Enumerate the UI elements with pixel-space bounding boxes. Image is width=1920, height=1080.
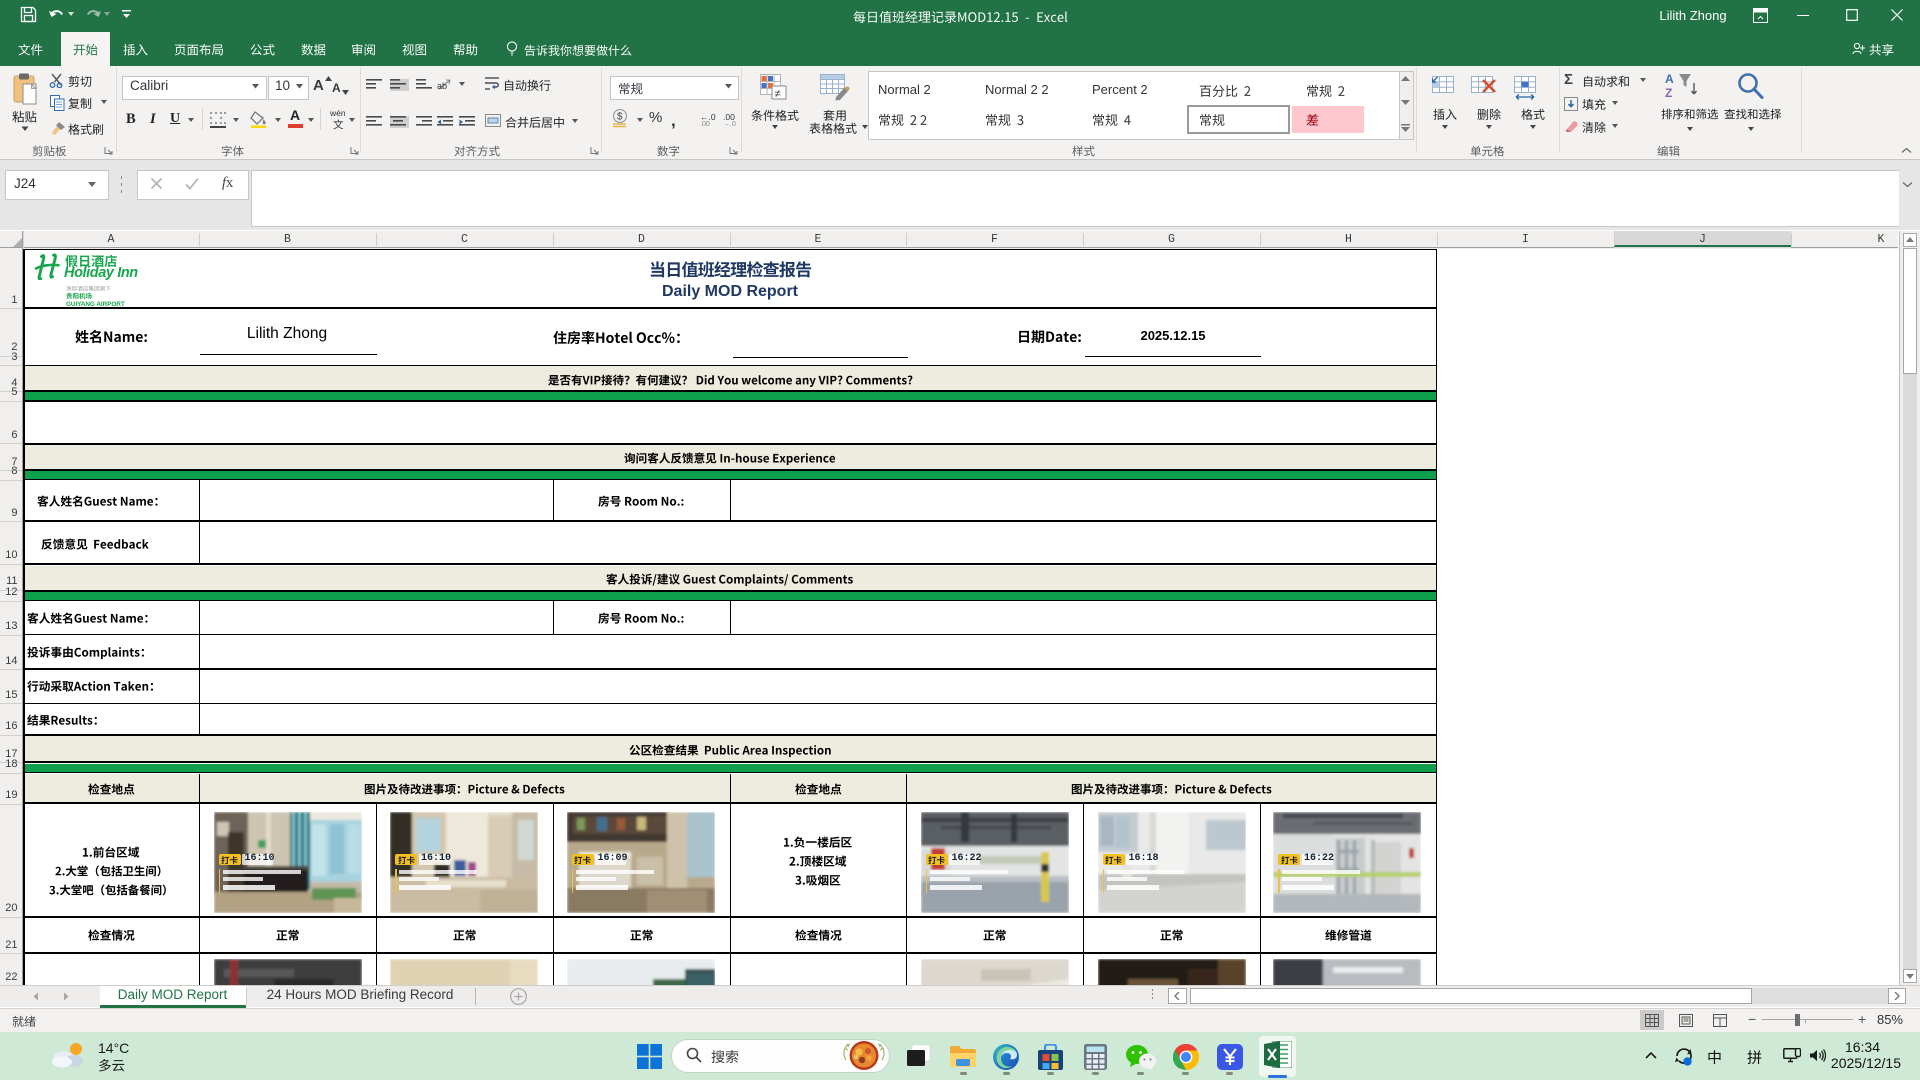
svg-text:.00: .00: [700, 121, 710, 126]
svg-text:A: A: [1665, 72, 1674, 86]
svg-text:ab: ab: [437, 81, 447, 91]
svg-text:$: $: [617, 112, 623, 123]
svg-text:Z: Z: [1665, 86, 1672, 99]
svg-text:→.0: →.0: [723, 121, 736, 126]
svg-text:≠: ≠: [775, 88, 781, 100]
